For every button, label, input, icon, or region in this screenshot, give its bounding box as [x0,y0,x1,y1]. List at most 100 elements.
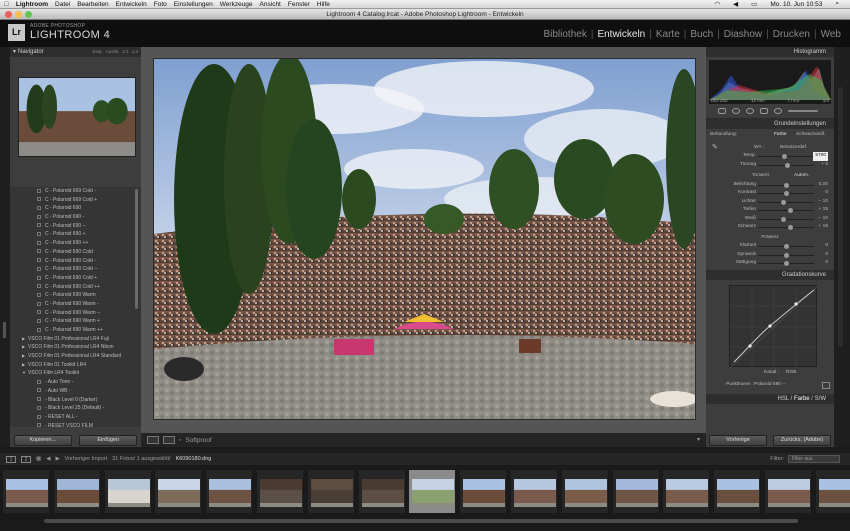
slider-thumb[interactable] [788,225,794,230]
preset-item[interactable]: - Auto WB - [10,387,141,396]
preset-item[interactable]: C - Polaroid 690 ++ [10,239,141,248]
softproof-checkbox-icon[interactable]: ▫ [179,437,181,444]
module-karte[interactable]: Karte [653,29,683,40]
hsl-tab[interactable]: HSL [777,396,788,402]
basic-header[interactable]: Grundeinstellungen [706,119,834,129]
preset-folder[interactable]: ▶ VSCO Film 01 Professional LR4 Fuji [10,335,141,344]
reset-adobe-button[interactable]: Zurücks. (Adobe) [773,435,831,446]
preset-item[interactable]: - Black Level 0 (Darker) [10,396,141,405]
preset-item[interactable]: - RESET VSCO FILM [10,422,141,427]
preset-item[interactable]: C - Polaroid 690 Cold - [10,257,141,266]
curve-header[interactable]: Gradationskurve [706,269,834,280]
folder-triangle-icon[interactable]: ▶ [22,361,25,370]
wifi-icon[interactable]: ◠ [714,0,720,8]
folder-triangle-icon[interactable]: ▶ [22,335,25,344]
main-photo[interactable] [153,58,696,420]
menu-einstellungen[interactable]: Einstellungen [174,1,213,8]
farbe-tab[interactable]: Farbe [794,396,810,402]
slider-thumb[interactable] [784,191,789,196]
module-bibliothek[interactable]: Bibliothek [540,29,589,40]
slider-value[interactable]: + 15 [819,223,828,232]
preset-item[interactable]: C - Polaroid 690 Warm [10,291,141,300]
forward-arrow-icon[interactable]: ▶ [55,456,59,462]
preset-item[interactable]: C - Polaroid 690 Warm -- [10,309,141,318]
filmstrip-thumbnail[interactable] [611,469,660,514]
slider-value[interactable]: + 15 [819,206,828,215]
slider-value[interactable]: 5700 [813,152,828,161]
filmstrip-thumbnail[interactable] [459,469,508,514]
screen-1-button[interactable]: 1 [6,455,16,463]
presets-scrollbar[interactable] [135,189,138,309]
module-diashow[interactable]: Diashow [721,29,765,40]
grid-view-icon[interactable]: ▦ [36,456,41,462]
slider-track[interactable] [758,199,814,205]
menu-datei[interactable]: Datei [55,1,70,8]
battery-icon[interactable]: ▭ [751,0,757,8]
slider-track[interactable] [758,252,814,258]
filmstrip-scrollbar[interactable] [44,519,798,523]
preset-item[interactable]: C - Polaroid 690 Cold + [10,274,141,283]
close-window-button[interactable] [5,11,12,18]
loupe-view-icon[interactable] [147,436,159,444]
preset-item[interactable]: C - Polaroid 690 Cold [10,248,141,257]
folder-triangle-icon[interactable]: ▶ [22,343,25,352]
preset-item[interactable]: C - Polaroid 690 - [10,213,141,222]
slider-thumb[interactable] [784,244,789,249]
back-arrow-icon[interactable]: ◀ [46,456,50,462]
apple-menu-icon[interactable]:  [4,1,9,8]
preset-item[interactable]: C - Polaroid 690 -- [10,222,141,231]
spotlight-icon[interactable]: ⌕ [835,0,839,8]
spot-removal-icon[interactable] [732,108,740,114]
clock[interactable]: Mo. 10. Jun 10:53 [770,1,822,8]
slider-track[interactable] [758,216,814,222]
tone-curve-graph[interactable] [729,284,819,368]
filmstrip-thumbnail[interactable] [408,469,457,514]
graduated-filter-icon[interactable] [760,108,768,114]
preset-folder[interactable]: ▶ VSCO Film 01 Professional LR4 Nikon [10,343,141,352]
histogram-header[interactable]: Histogramm [706,47,834,57]
nav-fit[interactable]: Einp. [92,47,102,57]
histogram[interactable]: ISO 200 12 mm f / 9,0 1/4 [709,60,831,104]
folder-triangle-icon[interactable]: ▼ [22,369,26,378]
menu-entwickeln[interactable]: Entwickeln [116,1,147,8]
slider-track[interactable] [758,162,814,168]
right-panel-edge[interactable] [834,47,850,447]
channel-dropdown[interactable]: RGB [786,369,796,378]
curve-edit-icon[interactable] [822,382,830,389]
preset-item[interactable]: C - Polaroid 690 Warm - [10,300,141,309]
slider-value[interactable]: 0 [825,242,828,251]
slider-value[interactable]: 0 [825,189,828,198]
slider-track[interactable] [758,154,814,159]
module-web[interactable]: Web [818,29,844,40]
preset-item[interactable]: - RESET ALL - [10,413,141,422]
slider-track[interactable] [758,261,814,266]
filmstrip-thumbnail[interactable] [2,469,50,514]
menu-werkzeuge[interactable]: Werkzeuge [220,1,253,8]
slider-value[interactable]: + 5 [821,161,828,170]
preset-item[interactable]: C - Polaroid 669 Cold - [10,187,141,196]
slider-track[interactable] [758,182,814,188]
preset-item[interactable]: C - Polaroid 690 Warm + [10,317,141,326]
nav-fill[interactable]: Ausfül. [106,47,120,57]
navigator-header[interactable]: ▼ Navigator Einp. Ausfül. 1:1 1:4 [10,47,141,57]
filmstrip-thumbnail[interactable] [560,469,609,514]
preset-item[interactable]: C - Polaroid 690 Warm ++ [10,326,141,335]
copy-button[interactable]: Kopieren... [13,435,72,446]
menu-hilfe[interactable]: Hilfe [317,1,330,8]
slider-thumb[interactable] [784,261,789,266]
slider-thumb[interactable] [788,208,794,213]
paste-button[interactable]: Einfügen [79,435,138,446]
slider-thumb[interactable] [785,162,791,168]
zoom-window-button[interactable] [25,11,32,18]
slider-value[interactable]: − 10 [819,198,828,207]
collapse-triangle-icon[interactable]: ▼ [12,47,17,57]
slider-thumb[interactable] [784,182,789,188]
slider-thumb[interactable] [784,252,789,258]
slider-track[interactable] [758,225,814,230]
slider-value[interactable]: 0 [825,259,828,268]
filmstrip-thumbnail[interactable] [306,469,355,514]
filmstrip-thumbnail[interactable] [256,469,304,514]
left-panel-edge[interactable] [0,47,10,447]
preset-item[interactable]: C - Polaroid 690 [10,204,141,213]
nav-1to1[interactable]: 1:1 [122,47,128,57]
